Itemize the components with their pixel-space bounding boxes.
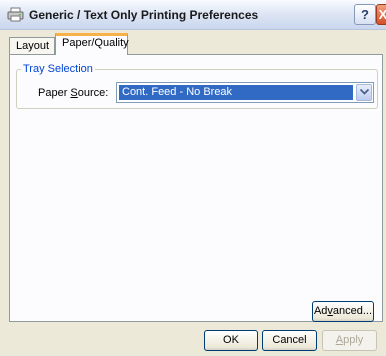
close-button[interactable]: X (376, 4, 386, 25)
printer-icon (7, 7, 24, 22)
tab-label: Paper/Quality (62, 37, 129, 49)
close-icon: X (379, 7, 386, 22)
window-title: Generic / Text Only Printing Preferences (29, 8, 259, 22)
chevron-down-icon (359, 87, 369, 97)
printing-preferences-dialog: Generic / Text Only Printing Preferences… (0, 0, 386, 356)
help-button[interactable]: ? (354, 4, 376, 25)
tab-label: Layout (16, 40, 50, 52)
apply-button[interactable]: Apply (322, 330, 377, 351)
title-bar[interactable]: Generic / Text Only Printing Preferences… (0, 0, 386, 30)
tab-layout[interactable]: Layout (9, 37, 55, 55)
dropdown-button[interactable] (356, 84, 372, 101)
help-icon: ? (361, 7, 369, 22)
advanced-button[interactable]: Advanced... (312, 301, 374, 322)
paper-source-label: Paper Source: (38, 87, 109, 99)
paper-source-value: Cont. Feed - No Break (119, 85, 353, 100)
ok-button[interactable]: OK (204, 330, 258, 351)
tab-paper-quality[interactable]: Paper/Quality (55, 33, 129, 55)
tray-selection-legend: Tray Selection (21, 63, 95, 75)
paper-source-select[interactable]: Cont. Feed - No Break (116, 82, 374, 103)
cancel-button[interactable]: Cancel (262, 330, 317, 351)
